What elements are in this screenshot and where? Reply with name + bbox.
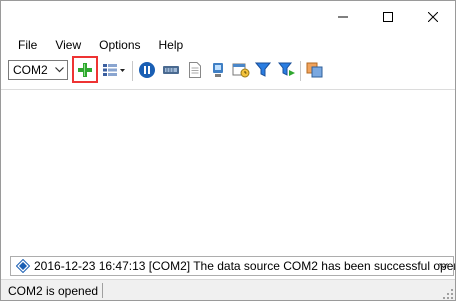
status-text: COM2 is opened: [8, 284, 99, 298]
filter-arrow-icon: [278, 62, 295, 76]
app-window: File View Options Help COM2 2016-12-23 1…: [0, 0, 456, 301]
menu-bar: File View Options Help: [9, 35, 192, 55]
copy-button[interactable]: [304, 59, 326, 81]
serial-port-icon: [163, 66, 179, 74]
info-diamond-icon: [16, 259, 30, 273]
title-bar: [1, 1, 455, 32]
grid-layout-icon: [103, 64, 125, 76]
filter-button[interactable]: [253, 59, 275, 81]
filter-icon: [255, 62, 272, 77]
toolbar-divider: [1, 89, 455, 90]
menu-view[interactable]: View: [46, 35, 90, 55]
pause-icon: [139, 62, 155, 78]
copy-icon: [306, 62, 323, 78]
scheduler-button[interactable]: [230, 59, 252, 81]
document-button[interactable]: [184, 59, 206, 81]
log-message-select[interactable]: 2016-12-23 16:47:13 [COM2] The data sour…: [10, 256, 456, 276]
calendar-clock-icon: [232, 63, 250, 78]
device-icon: [213, 63, 223, 77]
menu-file[interactable]: File: [9, 35, 46, 55]
port-select[interactable]: COM2: [8, 60, 68, 80]
menu-help[interactable]: Help: [150, 35, 193, 55]
toolbar-separator: [132, 61, 133, 81]
status-bar: COM2 is opened: [1, 279, 455, 300]
log-message-text: 2016-12-23 16:47:13 [COM2] The data sour…: [34, 259, 456, 273]
chevron-down-icon: [439, 263, 448, 269]
document-icon: [189, 62, 201, 78]
toolbar: COM2: [1, 56, 455, 85]
close-icon: [427, 11, 438, 22]
filter-apply-button[interactable]: [276, 59, 298, 81]
minimize-button[interactable]: [320, 1, 365, 32]
minimize-icon: [337, 16, 348, 17]
chevron-down-icon: [55, 67, 64, 73]
status-separator: [102, 283, 103, 298]
pause-button[interactable]: [136, 59, 158, 81]
resize-grip-icon[interactable]: [443, 289, 453, 299]
maximize-button[interactable]: [365, 1, 410, 32]
menu-options[interactable]: Options: [90, 35, 149, 55]
highlight-frame: [72, 56, 98, 83]
layout-dropdown-button[interactable]: [101, 59, 127, 81]
port-select-value: COM2: [13, 63, 48, 77]
close-button[interactable]: [410, 1, 455, 32]
port-settings-button[interactable]: [160, 59, 182, 81]
maximize-icon: [382, 11, 393, 22]
device-button[interactable]: [207, 59, 229, 81]
toolbar-separator: [300, 61, 301, 81]
